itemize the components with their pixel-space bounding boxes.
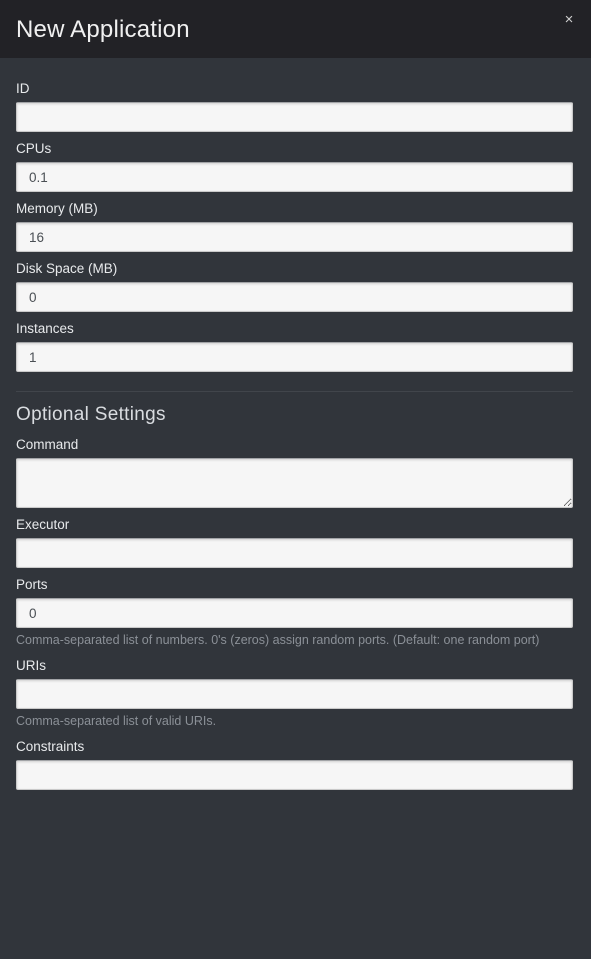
modal-body: ID CPUs Memory (MB) Disk Space (MB) Inst… [0,58,591,959]
field-memory: Memory (MB) [16,192,573,252]
field-label-command: Command [16,437,79,452]
field-label-executor: Executor [16,517,70,532]
field-label-constraints: Constraints [16,739,85,754]
executor-input[interactable] [16,538,573,568]
field-label-disk-space: Disk Space (MB) [16,261,118,276]
field-id: ID [16,72,573,132]
cpus-input[interactable] [16,162,573,192]
field-uris: URIs Comma-separated list of valid URIs. [16,649,573,730]
uris-input[interactable] [16,679,573,709]
close-icon[interactable]: × [559,10,579,30]
ports-input[interactable] [16,598,573,628]
field-label-ports: Ports [16,577,48,592]
ports-help-text: Comma-separated list of numbers. 0's (ze… [16,633,540,647]
field-executor: Executor [16,508,573,568]
field-ports: Ports Comma-separated list of numbers. 0… [16,568,573,649]
modal-header: New Application × [0,0,591,58]
field-cpus: CPUs [16,132,573,192]
command-textarea[interactable] [16,458,573,508]
disk-space-input[interactable] [16,282,573,312]
field-command: Command [16,428,573,508]
field-label-memory: Memory (MB) [16,201,98,216]
field-disk-space: Disk Space (MB) [16,252,573,312]
field-label-cpus: CPUs [16,141,52,156]
field-constraints: Constraints [16,730,573,790]
new-application-modal: New Application × ID CPUs Memory (MB) Di… [0,0,591,959]
memory-input[interactable] [16,222,573,252]
id-input[interactable] [16,102,573,132]
section-divider [16,391,573,392]
field-label-instances: Instances [16,321,74,336]
optional-settings-heading: Optional Settings [16,404,166,425]
field-instances: Instances [16,312,573,372]
constraints-input[interactable] [16,760,573,790]
uris-help-text: Comma-separated list of valid URIs. [16,714,217,728]
page-title: New Application [16,16,190,43]
instances-input[interactable] [16,342,573,372]
field-label-id: ID [16,81,30,96]
field-label-uris: URIs [16,658,46,673]
